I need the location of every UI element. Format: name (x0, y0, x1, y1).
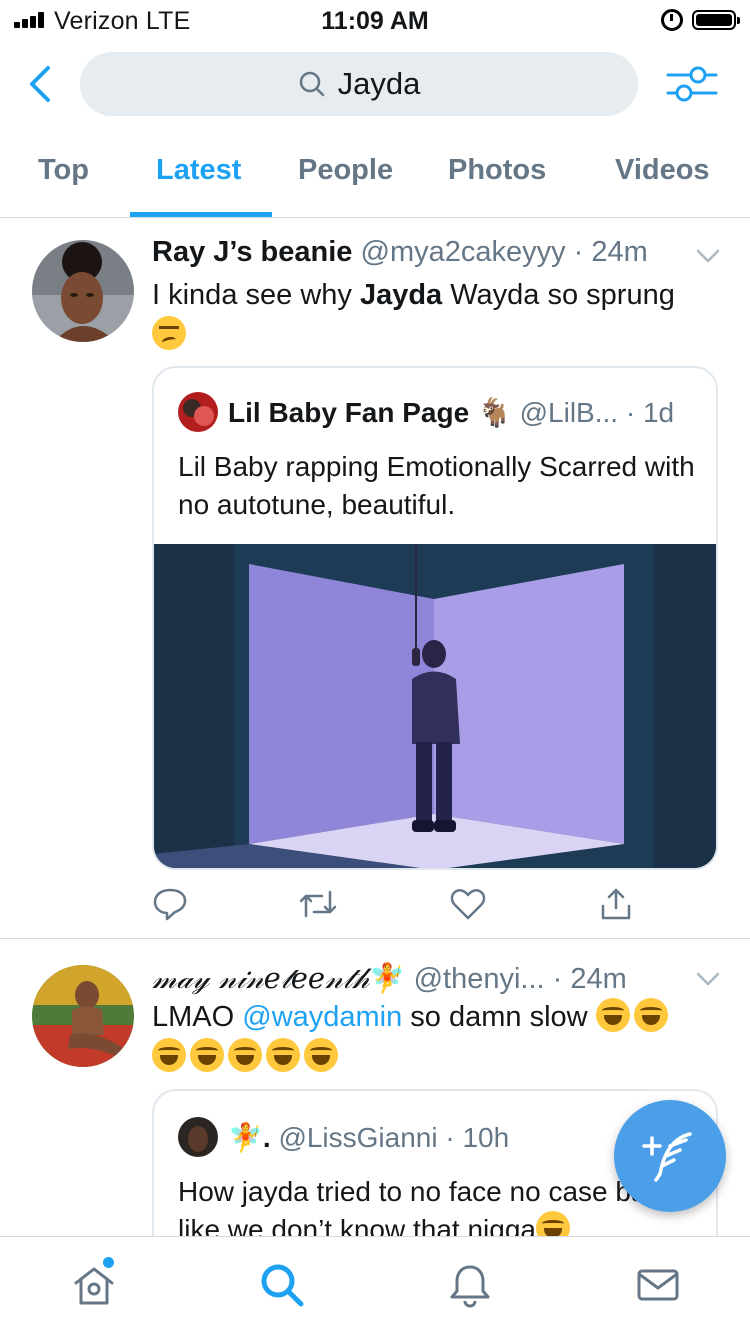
tweet-menu-button[interactable] (696, 971, 720, 987)
search-filter-button[interactable] (664, 62, 720, 106)
tweet-menu-button[interactable] (696, 248, 720, 264)
tweet-time: 24m (591, 236, 648, 268)
tweet-actions (152, 886, 718, 926)
search-icon (299, 71, 324, 97)
quoted-author-name: . (262, 1122, 271, 1153)
tears-of-joy-emoji-icon (304, 1038, 338, 1072)
tweet-header: 𝓂𝒶𝓎 𝓃𝒾𝓃𝑒𝓉𝑒𝑒𝓃𝓉𝒽🧚 @thenyi... · 24m (152, 961, 627, 995)
tweet[interactable]: Ray J’s beanie @mya2cakeyyy · 24m I kind… (0, 218, 750, 938)
active-tab-indicator (130, 212, 272, 217)
author-name[interactable]: Ray J’s beanie (152, 236, 352, 268)
tears-of-joy-emoji-icon (595, 998, 630, 1032)
tweet-text: I kinda see why Jayda Wayda so sprung (152, 275, 722, 355)
quoted-header: Lil Baby Fan Page 🐐 @LilB... · 1d (228, 397, 675, 428)
tweet-text-part: I kinda see why (152, 279, 360, 311)
author-handle[interactable]: @mya2cakeyyy (361, 236, 566, 268)
tweet-header: Ray J’s beanie @mya2cakeyyy · 24m (152, 236, 648, 268)
avatar[interactable] (32, 240, 134, 342)
goat-emoji: 🐐 (476, 397, 512, 428)
quoted-time: 10h (462, 1122, 510, 1153)
tears-of-joy-emoji-icon (633, 998, 668, 1032)
share-icon (601, 888, 631, 920)
envelope-icon (637, 1269, 679, 1301)
retweet-button[interactable] (298, 886, 338, 922)
tweet-text: LMAO @waydamin so damn slow (152, 997, 722, 1077)
quoted-time: 1d (642, 397, 675, 428)
alarm-icon (661, 9, 683, 31)
quoted-author-handle: @LilB... (519, 397, 619, 428)
search-tabs: Top Latest People Photos Videos (0, 140, 750, 218)
like-button[interactable] (450, 886, 486, 922)
tears-of-joy-emoji-icon (536, 1211, 570, 1236)
battery-icon (692, 10, 740, 30)
quoted-text: Lil Baby rapping Emotionally Scarred wit… (178, 451, 695, 520)
compose-tweet-icon (642, 1132, 692, 1182)
tab-people[interactable]: People (298, 154, 393, 187)
tab-latest[interactable]: Latest (156, 154, 241, 187)
tweet-text-part: Wayda so sprung (442, 279, 675, 311)
nav-home[interactable] (70, 1261, 118, 1309)
filter-sliders-icon (666, 66, 718, 102)
tab-videos[interactable]: Videos (615, 154, 710, 187)
nav-explore[interactable] (258, 1261, 306, 1309)
heart-icon (450, 889, 486, 920)
search-query: Jayda (337, 66, 421, 101)
reply-icon (153, 888, 187, 921)
back-button[interactable] (22, 64, 62, 104)
tears-of-joy-emoji-icon (266, 1038, 300, 1072)
search-icon (261, 1264, 304, 1307)
share-button[interactable] (598, 886, 634, 922)
quoted-video-thumbnail[interactable] (154, 544, 716, 868)
retweet-icon (299, 890, 337, 918)
fairy-emoji: 🧚 (369, 963, 406, 995)
quoted-avatar (178, 392, 218, 432)
bottom-navigation (0, 1236, 750, 1334)
quoted-author-name: Lil Baby Fan Page (228, 397, 470, 428)
status-bar: Verizon LTE 11:09 AM (0, 0, 750, 40)
clock: 11:09 AM (321, 7, 429, 35)
nav-messages[interactable] (634, 1261, 682, 1309)
quoted-header: 🧚. @LissGianni · 10h (228, 1122, 510, 1153)
quoted-author-handle: @LissGianni (278, 1122, 438, 1153)
new-content-dot (103, 1257, 114, 1268)
author-name[interactable]: 𝓂𝒶𝓎 𝓃𝒾𝓃𝑒𝓉𝑒𝑒𝓃𝓉𝒽 (152, 961, 369, 995)
woozy-face-emoji-icon (152, 316, 186, 350)
tears-of-joy-emoji-icon (152, 1038, 186, 1072)
tweet-text-part: LMAO (152, 1001, 243, 1033)
bell-icon (450, 1265, 490, 1308)
author-handle[interactable]: @thenyi... (414, 963, 545, 995)
tweet-text-part: so damn slow (402, 1001, 588, 1033)
reply-button[interactable] (152, 886, 188, 922)
chevron-down-icon (696, 249, 720, 263)
compose-tweet-button[interactable] (614, 1100, 726, 1212)
quoted-tweet[interactable]: Lil Baby Fan Page 🐐 @LilB... · 1d Lil Ba… (152, 366, 718, 870)
quoted-text-content: How jayda tried to no face no case baby … (178, 1176, 677, 1236)
fairy-emoji: 🧚 (228, 1122, 263, 1153)
quoted-avatar (178, 1117, 218, 1157)
chevron-down-icon (696, 972, 720, 986)
tab-photos[interactable]: Photos (448, 154, 546, 187)
nav-notifications[interactable] (446, 1261, 494, 1309)
tears-of-joy-emoji-icon (228, 1038, 262, 1072)
avatar[interactable] (32, 965, 134, 1067)
home-icon (74, 1267, 114, 1305)
search-input[interactable]: Jayda (80, 52, 638, 116)
tab-top[interactable]: Top (38, 154, 89, 187)
tweet-time: 24m (570, 963, 627, 995)
tears-of-joy-emoji-icon (190, 1038, 224, 1072)
search-term-highlight: Jayda (359, 279, 443, 311)
chevron-left-icon (30, 66, 50, 102)
mention-link[interactable]: @waydamin (242, 1001, 402, 1033)
